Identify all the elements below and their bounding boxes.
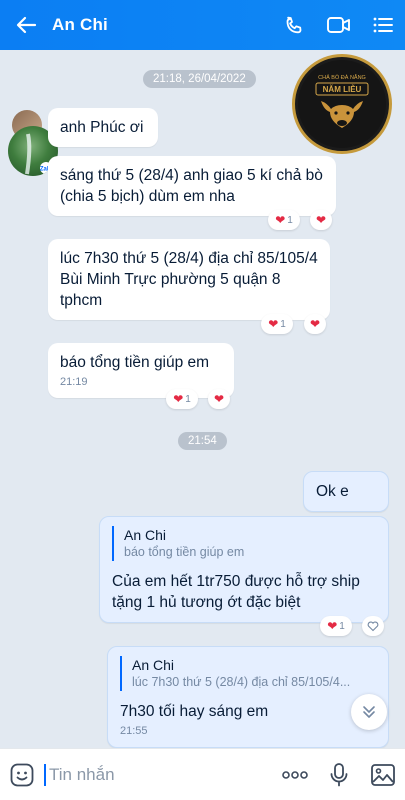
heart-icon: ❤ — [213, 392, 225, 406]
svg-text:NĂM LIỄU: NĂM LIỄU — [323, 85, 362, 94]
back-arrow-icon — [16, 16, 37, 34]
call-button[interactable] — [273, 0, 317, 50]
quoted-message[interactable]: An Chi báo tổng tiền giúp em — [112, 526, 376, 561]
scroll-to-bottom-button[interactable] — [351, 694, 387, 730]
reaction-count[interactable]: ❤ 1 — [261, 314, 293, 334]
message-list[interactable]: 21:18, 26/04/2022 CHẢ BÒ ĐÀ NẴNG NĂM LIỄ… — [0, 50, 405, 748]
heart-icon: ❤ — [327, 619, 338, 633]
reaction-count[interactable]: ❤ 1 — [268, 210, 300, 230]
message-text: Của em hết 1tr750 được hỗ trợ ship tặng … — [112, 573, 360, 611]
quote-text: báo tổng tiền giúp em — [124, 545, 245, 559]
incoming-message[interactable]: anh Phúc ơi — [48, 108, 158, 147]
quote-text: lúc 7h30 thứ 5 (28/4) địa chỉ 85/105/4..… — [132, 675, 351, 689]
menu-list-icon — [373, 17, 393, 33]
heart-icon: ❤ — [275, 213, 286, 227]
message-time: 21:55 — [120, 725, 148, 737]
message-input[interactable]: Tin nhắn — [44, 749, 273, 800]
voice-button[interactable] — [317, 749, 361, 800]
chat-header: An Chi — [0, 0, 405, 50]
more-icon — [282, 770, 308, 779]
phone-icon — [286, 16, 302, 34]
message-text: 7h30 tối hay sáng em — [120, 703, 269, 720]
message-text: báo tổng tiền giúp em — [60, 354, 210, 371]
time-divider: 21:18, 26/04/2022 — [143, 70, 256, 88]
heart-icon: ❤ — [315, 213, 327, 227]
quoted-message[interactable]: An Chi lúc 7h30 thứ 5 (28/4) địa chỉ 85/… — [120, 656, 376, 691]
message-text: lúc 7h30 thứ 5 (28/4) địa chỉ 85/105/4 B… — [60, 250, 318, 309]
options-button[interactable] — [361, 0, 405, 50]
text-caret — [44, 763, 46, 786]
time-divider: 21:54 — [178, 432, 227, 450]
double-chevron-down-icon — [363, 706, 375, 718]
heart-icon: ❤ — [309, 317, 321, 331]
message-time: 21:19 — [60, 376, 88, 388]
message-text: sáng thứ 5 (28/4) anh giao 5 kí chả bò (… — [60, 167, 323, 205]
bull-logo-icon: CHẢ BÒ ĐÀ NẴNG NĂM LIỄU — [298, 60, 386, 148]
incoming-message[interactable]: sáng thứ 5 (28/4) anh giao 5 kí chả bò (… — [48, 156, 336, 216]
video-call-icon — [327, 17, 350, 33]
incoming-message[interactable]: báo tổng tiền giúp em 21:19 — [48, 343, 234, 398]
image-button[interactable] — [361, 749, 405, 800]
back-button[interactable] — [0, 0, 52, 50]
image-icon — [371, 763, 395, 786]
contact-name[interactable]: An Chi — [52, 15, 273, 35]
quote-author: An Chi — [124, 527, 167, 543]
heart-icon: ❤ — [173, 392, 184, 406]
outgoing-message[interactable]: Ok e — [303, 471, 389, 512]
reaction-count[interactable]: ❤ 1 — [166, 389, 198, 409]
heart-icon: ❤ — [268, 317, 279, 331]
sticker-button[interactable] — [0, 749, 44, 800]
react-button[interactable]: ❤ — [208, 389, 230, 409]
composer-bar: Tin nhắn — [0, 748, 405, 800]
reaction-count[interactable]: ❤ 1 — [320, 616, 352, 636]
react-button[interactable] — [362, 616, 384, 636]
incoming-message[interactable]: lúc 7h30 thứ 5 (28/4) địa chỉ 85/105/4 B… — [48, 239, 330, 320]
more-button[interactable] — [273, 749, 317, 800]
outgoing-message[interactable]: An Chi báo tổng tiền giúp em Của em hết … — [99, 516, 389, 623]
shop-logo: CHẢ BÒ ĐÀ NẴNG NĂM LIỄU — [292, 54, 392, 154]
react-button[interactable]: ❤ — [304, 314, 326, 334]
heart-outline-icon — [367, 621, 379, 632]
react-button[interactable]: ❤ — [310, 210, 332, 230]
microphone-icon — [330, 762, 348, 786]
message-text: Ok e — [316, 483, 349, 500]
svg-text:CHẢ BÒ ĐÀ NẴNG: CHẢ BÒ ĐÀ NẴNG — [318, 74, 366, 81]
outgoing-message[interactable]: An Chi lúc 7h30 thứ 5 (28/4) địa chỉ 85/… — [107, 646, 389, 748]
quote-author: An Chi — [132, 657, 175, 673]
input-placeholder: Tin nhắn — [49, 764, 115, 784]
message-text: anh Phúc ơi — [60, 119, 144, 136]
sticker-icon — [10, 763, 34, 786]
video-call-button[interactable] — [317, 0, 361, 50]
